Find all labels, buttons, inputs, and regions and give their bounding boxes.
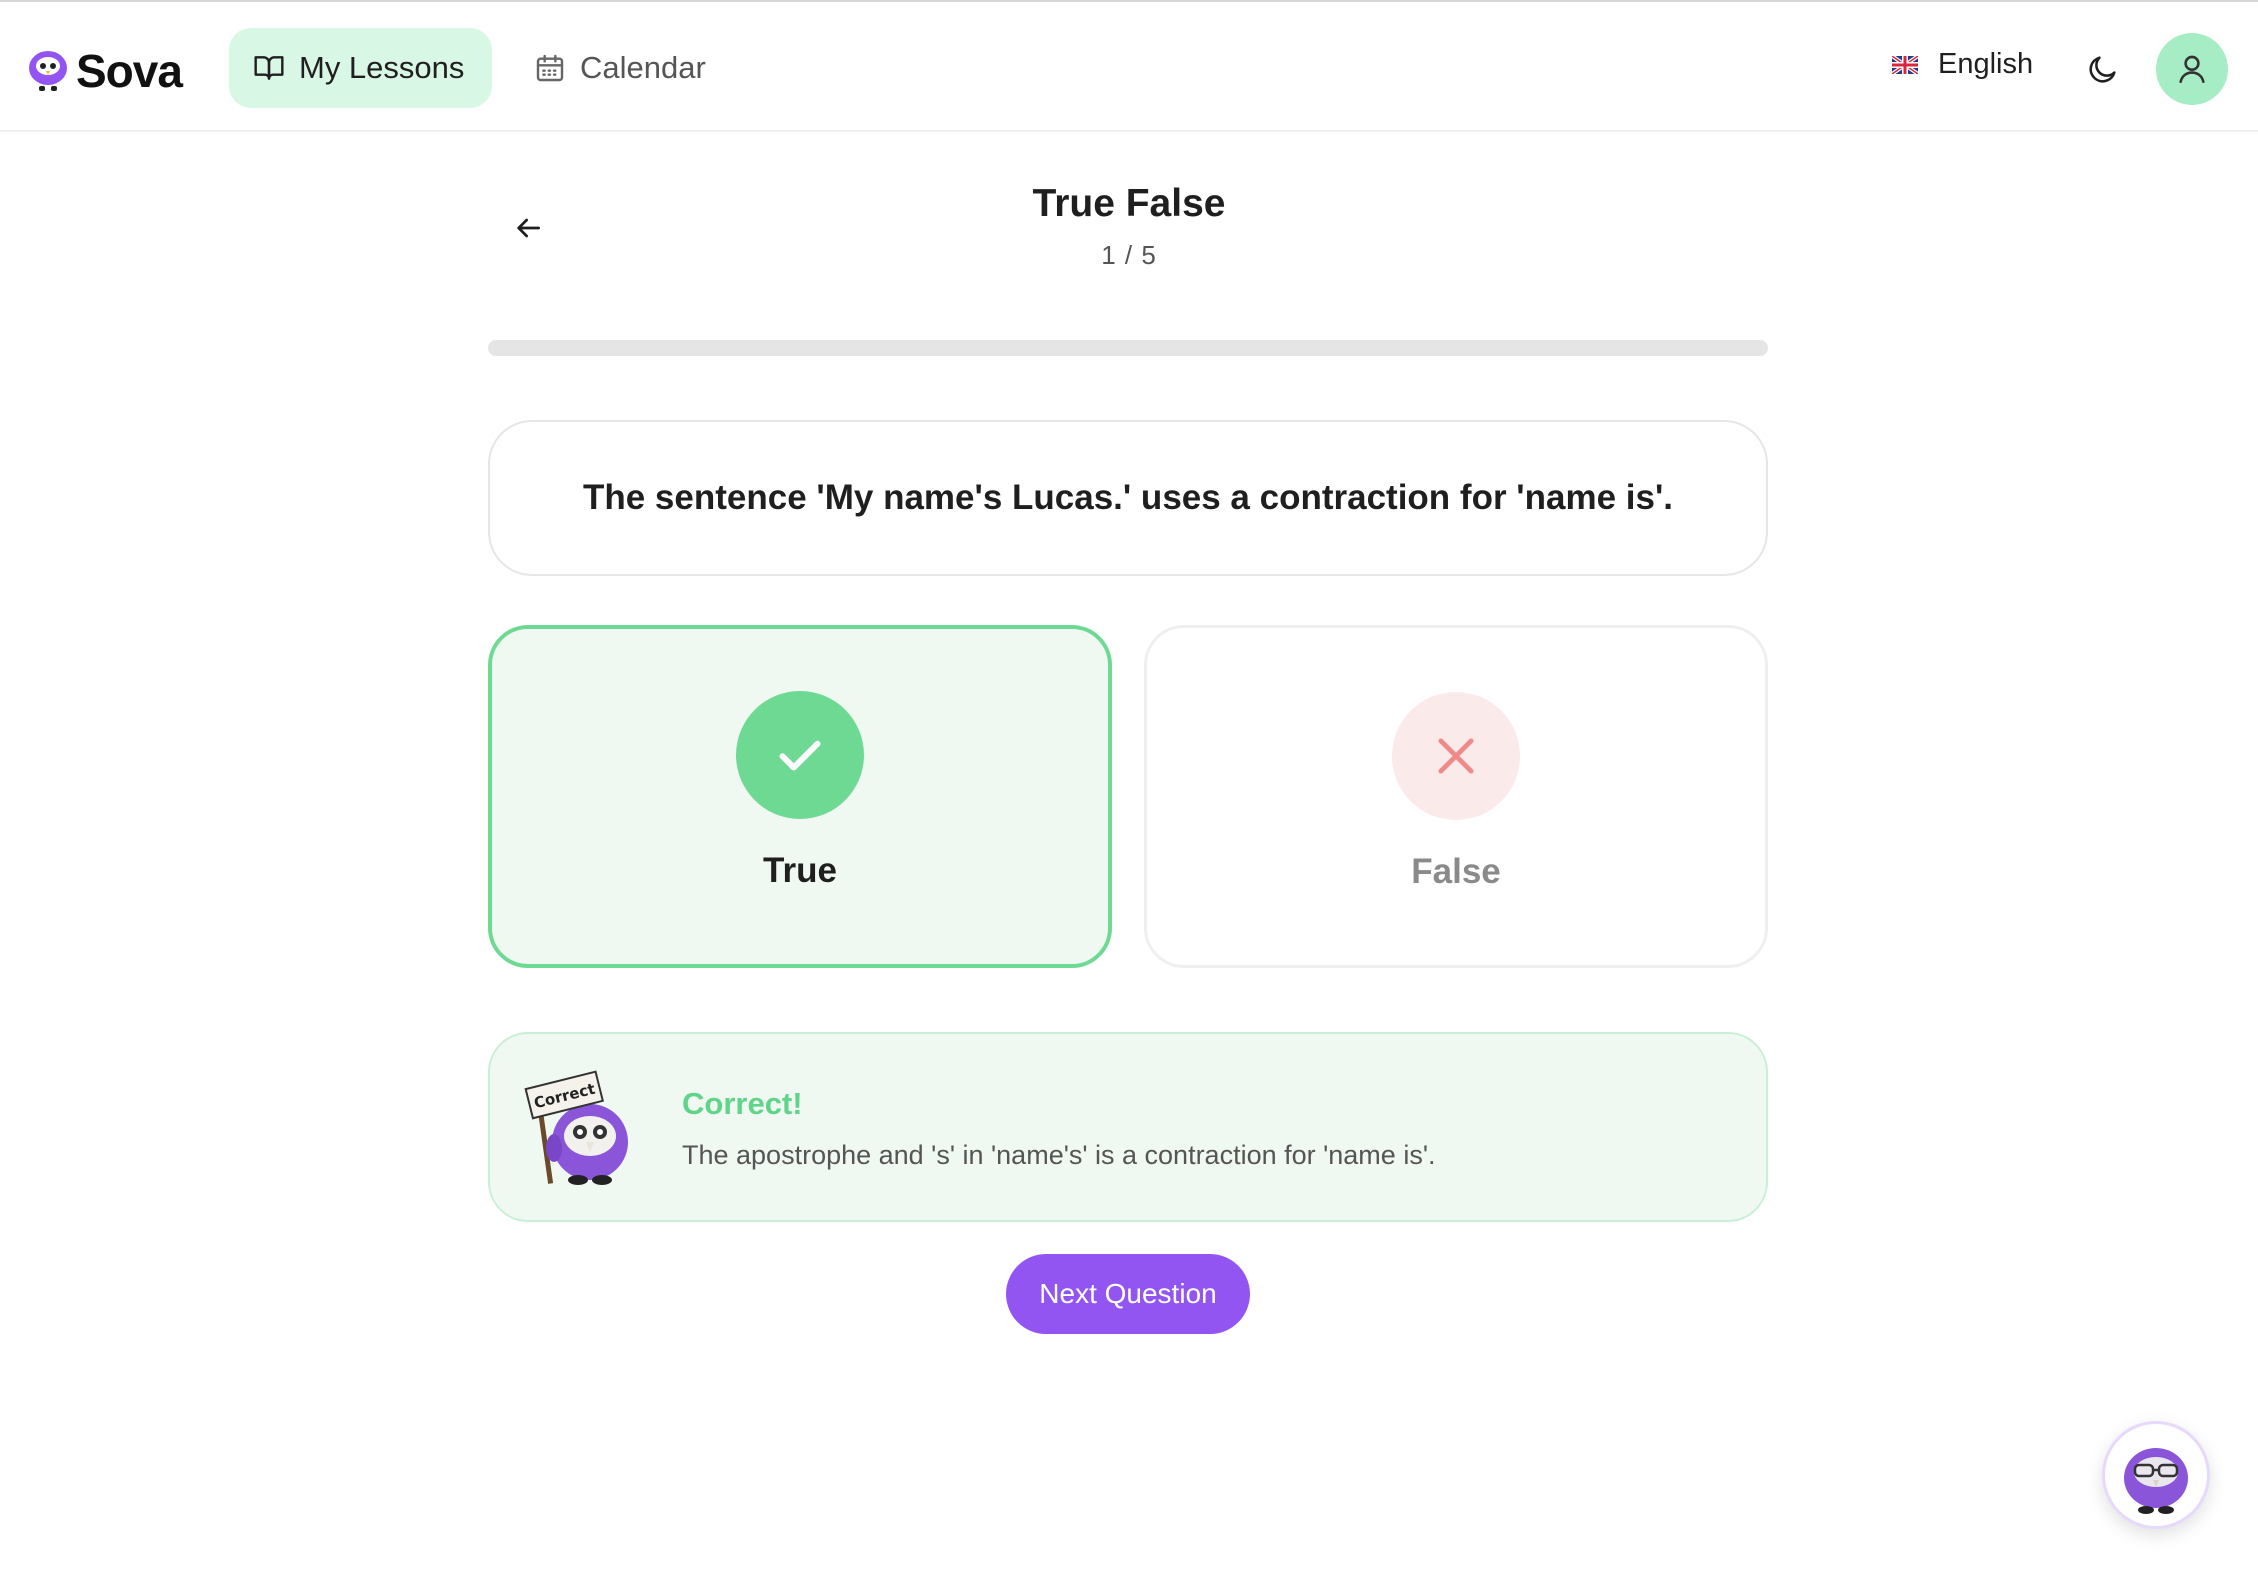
quiz-progress-bar [488,340,1768,356]
nav-calendar-label: Calendar [580,50,706,85]
option-false-badge [1392,692,1520,820]
owl-mascot-correct-sign: Correct [524,1070,628,1185]
owl-assistant-icon [2124,1448,2188,1514]
question-card: The sentence 'My name's Lucas.' uses a c… [488,420,1768,576]
owl-logo-icon [29,51,67,91]
nav-my-lessons-label: My Lessons [299,50,465,85]
book-open-icon [254,56,284,80]
top-navbar: Sova My Lessons Calendar English [0,4,2258,132]
user-icon [2179,55,2205,84]
option-false[interactable]: False [1144,625,1768,968]
check-icon [779,740,821,771]
option-true-badge [736,691,864,819]
option-true-label: True [763,851,837,890]
next-question-button[interactable]: Next Question [1006,1254,1250,1334]
assistant-chat-button[interactable] [2102,1421,2210,1529]
uk-flag-icon [1892,55,1918,74]
feedback-panel: Correct Correct! The apostrophe and 's' … [488,1032,1768,1222]
language-selector[interactable]: English [1892,48,2033,81]
language-label: English [1938,48,2034,80]
app-frame: Sova My Lessons Calendar English True Fa… [0,0,2258,1578]
x-icon [1438,738,1474,774]
nav-calendar[interactable]: Calendar [510,28,730,108]
page-title: True False [1032,182,1226,225]
feedback-title: Correct! [682,1086,803,1121]
calendar-icon [536,54,564,82]
brand-logo[interactable]: Sova [26,44,183,98]
option-false-label: False [1411,852,1501,891]
brand-name: Sova [76,45,183,97]
feedback-explanation: The apostrophe and 's' in 'name's' is a … [682,1140,1436,1170]
moon-icon[interactable] [2086,52,2120,86]
question-text: The sentence 'My name's Lucas.' uses a c… [582,478,1674,517]
option-true[interactable]: True [488,625,1112,968]
user-avatar-button[interactable] [2156,33,2228,105]
nav-my-lessons[interactable]: My Lessons [229,28,492,108]
question-counter: 1 / 5 [1101,240,1157,270]
